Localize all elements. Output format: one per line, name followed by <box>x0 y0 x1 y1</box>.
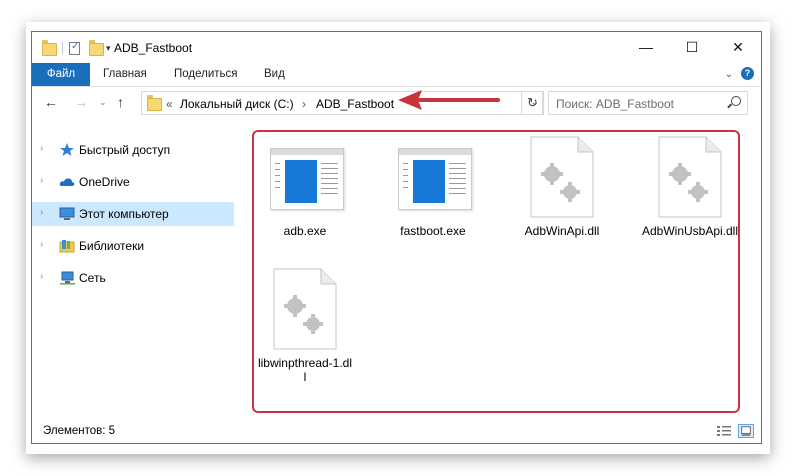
file-name: libwinpthread-1.dll <box>257 356 353 384</box>
file-name: AdbWinApi.dll <box>524 224 600 238</box>
search-input[interactable]: Поиск: ADB_Fastboot <box>548 91 748 115</box>
annotation-arrow <box>398 90 500 110</box>
close-button[interactable]: ✕ <box>715 32 761 63</box>
large-icons-view-icon[interactable] <box>738 424 754 438</box>
breadcrumb-separator[interactable]: › <box>302 97 306 111</box>
tab-file[interactable]: Файл <box>32 63 90 86</box>
sidebar-item-label: Быстрый доступ <box>79 143 171 157</box>
ribbon-tabs: Файл Главная Поделиться Вид ⌄ ? <box>32 63 761 87</box>
ribbon-expand-icon[interactable]: ⌄ <box>725 69 733 80</box>
sidebar-item-network[interactable]: › Сеть <box>32 266 234 290</box>
minimize-button[interactable]: — <box>623 32 669 63</box>
forward-arrow-icon[interactable]: → <box>74 94 88 110</box>
search-icon[interactable] <box>731 96 741 106</box>
exe-file-icon <box>270 148 344 210</box>
window-title: ADB_Fastboot <box>114 41 193 55</box>
chevron-right-icon[interactable]: › <box>40 239 43 250</box>
help-icon[interactable]: ? <box>741 67 754 80</box>
sidebar-item-quick-access[interactable]: › Быстрый доступ <box>32 138 234 162</box>
dll-file-icon <box>273 268 337 350</box>
recent-dropdown-icon[interactable]: ⌄ <box>99 97 107 108</box>
chevron-right-icon[interactable]: › <box>40 175 43 186</box>
divider <box>62 42 63 54</box>
sidebar-item-onedrive[interactable]: › OneDrive <box>32 170 234 194</box>
explorer-window: ▾ ADB_Fastboot — ☐ ✕ Файл Главная Подели… <box>31 31 762 444</box>
star-icon <box>60 143 74 156</box>
maximize-button[interactable]: ☐ <box>669 32 715 63</box>
quick-access-dropdown-icon[interactable]: ▾ <box>106 43 111 54</box>
dll-file-icon <box>530 136 594 218</box>
tab-share[interactable]: Поделиться <box>174 68 238 80</box>
cloud-icon <box>59 178 75 186</box>
sidebar-item-this-pc[interactable]: › Этот компьютер <box>32 202 234 226</box>
folder-icon <box>147 95 162 111</box>
file-name: fastboot.exe <box>400 224 466 238</box>
address-overflow[interactable]: « <box>166 97 173 111</box>
breadcrumb-local-disk[interactable]: Локальный диск (C:) <box>180 97 294 111</box>
chevron-right-icon[interactable]: › <box>40 271 43 282</box>
library-icon <box>59 240 75 253</box>
sidebar-item-label: Библиотеки <box>79 239 145 253</box>
refresh-icon: ↻ <box>527 95 538 110</box>
tab-home[interactable]: Главная <box>103 68 147 80</box>
search-placeholder: Поиск: ADB_Fastboot <box>556 97 674 111</box>
file-name: adb.exe <box>283 224 327 238</box>
network-icon <box>60 271 75 285</box>
sidebar-item-label: OneDrive <box>79 175 130 189</box>
sidebar-item-label: Сеть <box>79 271 106 285</box>
tab-view[interactable]: Вид <box>264 68 285 80</box>
details-view-icon[interactable] <box>716 424 732 438</box>
chevron-right-icon[interactable]: › <box>40 207 43 218</box>
properties-icon[interactable] <box>69 41 80 55</box>
computer-icon <box>59 207 75 220</box>
sidebar-item-libraries[interactable]: › Библиотеки <box>32 234 234 258</box>
breadcrumb-adb-fastboot[interactable]: ADB_Fastboot <box>316 97 394 111</box>
up-arrow-icon[interactable]: ↑ <box>117 94 124 110</box>
refresh-button[interactable]: ↻ <box>521 91 544 115</box>
file-name: AdbWinUsbApi.dll <box>641 224 739 238</box>
back-arrow-icon[interactable]: ← <box>44 94 58 110</box>
chevron-right-icon[interactable]: › <box>40 143 43 154</box>
status-item-count: Элементов: 5 <box>43 425 116 437</box>
exe-file-icon <box>398 148 472 210</box>
title-bar[interactable]: ▾ ADB_Fastboot — ☐ ✕ <box>32 32 761 63</box>
sidebar-item-label: Этот компьютер <box>79 207 169 221</box>
dll-file-icon <box>658 136 722 218</box>
